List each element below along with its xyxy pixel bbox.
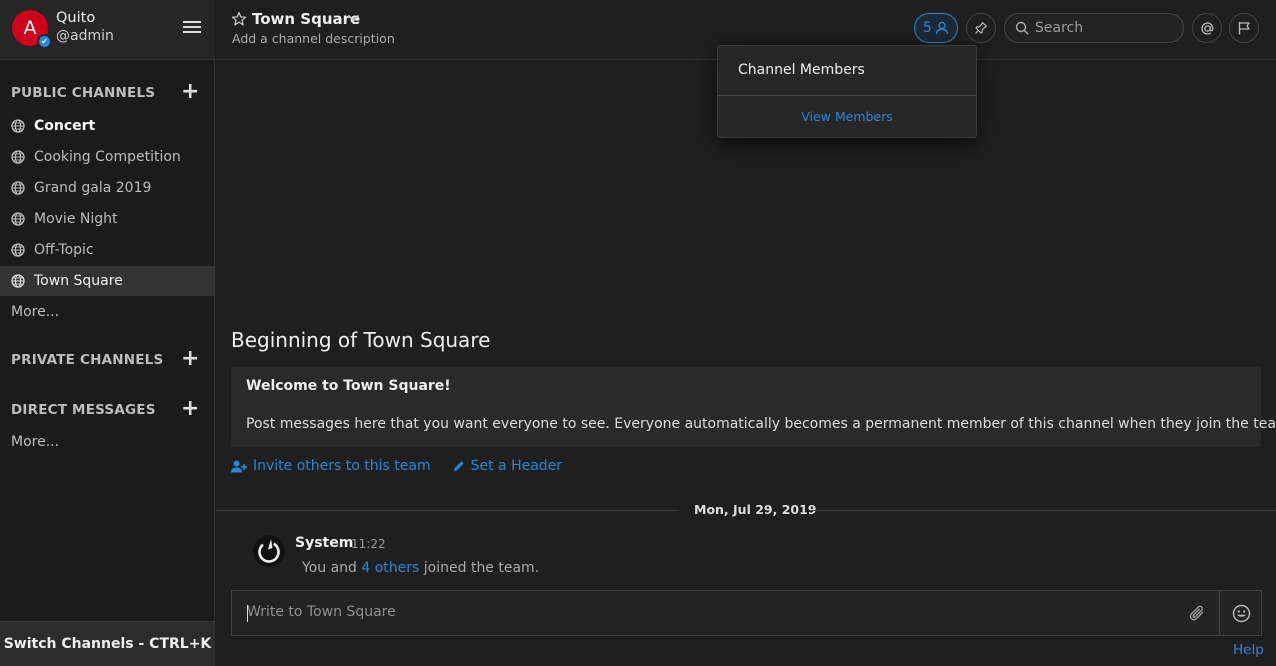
- public-channels-title: PUBLIC CHANNELS: [11, 85, 156, 101]
- switch-channels-button[interactable]: Switch Channels - CTRL+K: [0, 621, 215, 666]
- member-count: 5: [923, 20, 932, 36]
- channel-intro-title: Beginning of Town Square: [231, 328, 491, 352]
- date-line-left: [216, 510, 679, 511]
- at-mention-icon: [1200, 21, 1213, 35]
- sidebar: A ✔ Quito @admin PUBLIC CHANNELS + Conce…: [0, 0, 215, 666]
- set-header-link[interactable]: Set a Header: [453, 458, 562, 474]
- help-link[interactable]: Help: [1233, 642, 1264, 658]
- sidebar-item-off-topic[interactable]: Off-Topic: [0, 235, 215, 265]
- message-composer: [231, 590, 1262, 636]
- globe-icon: [11, 150, 25, 164]
- add-public-channel-icon[interactable]: +: [181, 81, 199, 103]
- date-line-right: [811, 510, 1276, 511]
- globe-icon: [11, 119, 25, 133]
- search-icon: [1015, 21, 1029, 35]
- star-icon[interactable]: [231, 11, 247, 27]
- dropdown-title: Channel Members: [738, 62, 865, 78]
- flag-icon: [1238, 22, 1250, 35]
- message-input[interactable]: [232, 591, 1192, 635]
- sidebar-item-town-square[interactable]: Town Square: [0, 266, 215, 296]
- hamburger-menu-icon[interactable]: [183, 21, 201, 37]
- view-members-link[interactable]: View Members: [718, 109, 976, 124]
- post-suffix: joined the team.: [423, 560, 540, 576]
- globe-icon: [11, 243, 25, 257]
- channel-label: Grand gala 2019: [34, 180, 152, 196]
- set-header-label: Set a Header: [470, 458, 563, 474]
- post-body: You and 4 others joined the team.: [302, 560, 539, 576]
- globe-icon: [11, 212, 25, 226]
- channel-label: Town Square: [34, 273, 123, 289]
- channel-title[interactable]: Town Square: [252, 10, 360, 28]
- date-separator-text: Mon, Jul 29, 2019: [694, 502, 817, 517]
- paperclip-icon[interactable]: [1188, 604, 1208, 624]
- user-icon: [935, 21, 949, 35]
- sidebar-item-grand-gala-2019[interactable]: Grand gala 2019: [0, 173, 215, 203]
- globe-icon: [11, 181, 25, 195]
- sidebar-item-concert[interactable]: Concert: [0, 111, 215, 141]
- pencil-icon: [453, 461, 464, 471]
- channel-intro-box: Welcome to Town Square! Post messages he…: [231, 367, 1276, 447]
- add-direct-message-icon[interactable]: +: [181, 398, 199, 420]
- more-public-channels-link[interactable]: More...: [11, 304, 59, 320]
- channel-label: Concert: [34, 118, 96, 134]
- date-separator: Mon, Jul 29, 2019: [216, 502, 1276, 517]
- invite-label: Invite others to this team: [253, 458, 431, 474]
- others-link[interactable]: 4 others: [361, 560, 419, 576]
- verified-icon: ✔: [37, 34, 52, 49]
- sidebar-item-movie-night[interactable]: Movie Night: [0, 204, 215, 234]
- team-header[interactable]: A ✔ Quito @admin: [0, 0, 215, 60]
- direct-messages-title: DIRECT MESSAGES: [11, 402, 156, 418]
- channel-label: Off-Topic: [34, 242, 94, 258]
- more-direct-messages-link[interactable]: More...: [11, 434, 59, 450]
- add-user-icon: [231, 460, 247, 472]
- intro-message: Post messages here that you want everyon…: [246, 416, 1276, 432]
- add-private-channel-icon[interactable]: +: [181, 348, 199, 370]
- mentions-button[interactable]: [1192, 13, 1222, 43]
- intro-welcome: Welcome to Town Square!: [246, 378, 451, 394]
- post-prefix: You and: [302, 560, 357, 576]
- team-username: @admin: [56, 28, 114, 44]
- channel-members-button[interactable]: 5: [914, 13, 958, 43]
- text-caret: [247, 605, 248, 622]
- system-avatar-icon: [253, 535, 285, 567]
- channel-description[interactable]: Add a channel description: [232, 31, 395, 46]
- channel-label: Cooking Competition: [34, 149, 181, 165]
- channel-label: Movie Night: [34, 211, 118, 227]
- private-channels-title: PRIVATE CHANNELS: [11, 352, 164, 368]
- pin-icon: [975, 21, 988, 34]
- post-time[interactable]: 11:22: [351, 537, 386, 551]
- post-author[interactable]: System: [295, 535, 353, 551]
- globe-icon: [11, 274, 25, 288]
- pinned-posts-button[interactable]: [966, 13, 996, 43]
- emoji-icon[interactable]: [1232, 604, 1251, 623]
- composer-divider: [1219, 591, 1220, 635]
- flagged-posts-button[interactable]: [1229, 13, 1259, 43]
- chevron-down-icon[interactable]: [347, 13, 360, 23]
- sidebar-item-cooking-competition[interactable]: Cooking Competition: [0, 142, 215, 172]
- search-box[interactable]: [1004, 13, 1184, 43]
- team-name: Quito: [56, 10, 96, 26]
- intro-actions: Invite others to this team Set a Header: [231, 458, 562, 474]
- channel-members-dropdown: Channel Members View Members: [717, 45, 977, 138]
- invite-others-link[interactable]: Invite others to this team: [231, 458, 431, 474]
- dropdown-divider: [718, 95, 976, 96]
- search-input[interactable]: [1035, 20, 1175, 36]
